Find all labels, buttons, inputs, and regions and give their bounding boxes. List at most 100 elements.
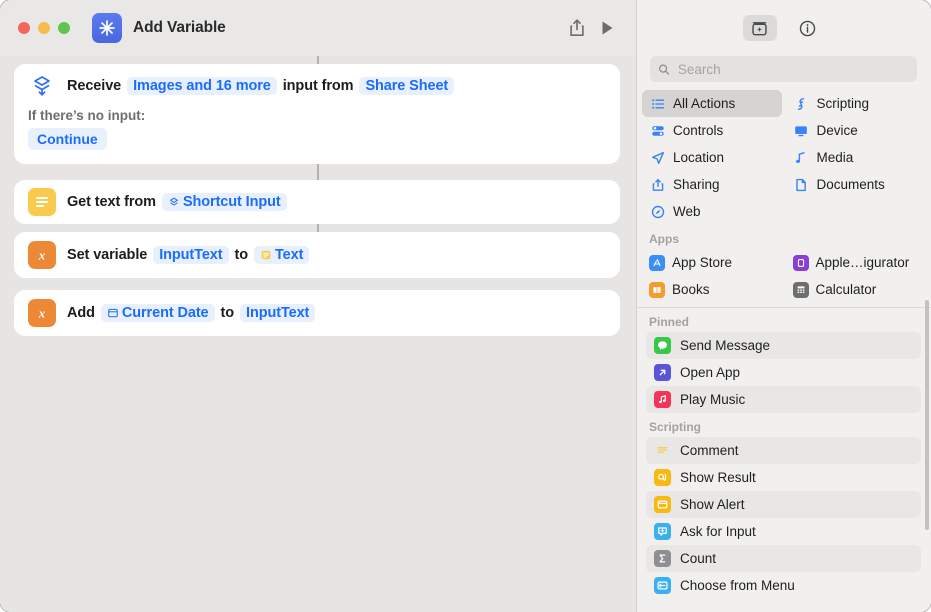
search-input[interactable] bbox=[675, 60, 909, 78]
action-word: to bbox=[220, 305, 235, 321]
music-note-icon bbox=[793, 151, 810, 165]
info-icon[interactable] bbox=[791, 15, 825, 41]
action-card-set-variable[interactable]: x Set variable InputText to Text bbox=[14, 232, 620, 278]
list-item-choose-from-menu[interactable]: Choose from Menu bbox=[646, 572, 921, 599]
title-bar: Add Variable bbox=[0, 0, 636, 56]
run-icon[interactable] bbox=[592, 13, 622, 43]
minimize-button[interactable] bbox=[38, 22, 50, 34]
token-text[interactable]: Text bbox=[254, 246, 310, 264]
action-word: Receive bbox=[67, 78, 122, 94]
apps-section-header: Apps bbox=[649, 232, 679, 246]
document-icon bbox=[793, 178, 810, 192]
token-label: Text bbox=[275, 247, 304, 263]
category-all-actions[interactable]: All Actions bbox=[642, 90, 782, 117]
app-label: Books bbox=[672, 282, 710, 297]
action-card-add-to-variable[interactable]: x Add Current Date to InputText bbox=[14, 290, 620, 336]
list-item-label: Show Result bbox=[680, 470, 756, 485]
list-item-open-app[interactable]: Open App bbox=[646, 359, 921, 386]
token-input-types[interactable]: Images and 16 more bbox=[127, 77, 277, 95]
token-shortcut-input[interactable]: Shortcut Input bbox=[161, 193, 287, 211]
category-media[interactable]: Media bbox=[786, 144, 926, 171]
scripting-section-header: Scripting bbox=[649, 420, 702, 434]
action-library-sidebar: All Actions Scripting bbox=[636, 0, 931, 612]
ask-input-icon bbox=[654, 523, 671, 540]
workflow-canvas[interactable]: Receive Images and 16 more input from Sh… bbox=[0, 56, 636, 612]
list-item-label: Show Alert bbox=[680, 497, 745, 512]
token-inputtext[interactable]: InputText bbox=[240, 304, 316, 322]
list-item-send-message[interactable]: Send Message bbox=[646, 332, 921, 359]
category-scripting[interactable]: Scripting bbox=[786, 90, 926, 117]
action-header: x Set variable InputText to Text bbox=[14, 232, 620, 278]
controls-icon bbox=[649, 124, 666, 138]
choose-menu-icon bbox=[654, 577, 671, 594]
category-label: Controls bbox=[673, 123, 724, 138]
list-item-label: Ask for Input bbox=[680, 524, 756, 539]
action-word: to bbox=[234, 247, 249, 263]
shortcut-input-icon bbox=[169, 197, 178, 206]
category-label: Media bbox=[816, 150, 854, 165]
category-label: All Actions bbox=[673, 96, 736, 111]
message-bubble-icon bbox=[654, 337, 671, 354]
list-item-count[interactable]: Count bbox=[646, 545, 921, 572]
category-label: Sharing bbox=[673, 177, 720, 192]
token-inputtext[interactable]: InputText bbox=[153, 246, 229, 264]
search-bar[interactable] bbox=[650, 56, 917, 82]
action-word: input from bbox=[282, 78, 354, 94]
action-text: Get text from Shortcut Input bbox=[67, 193, 293, 211]
category-sharing[interactable]: Sharing bbox=[642, 171, 782, 198]
action-library-icon[interactable] bbox=[742, 15, 777, 41]
token-continue[interactable]: Continue bbox=[28, 128, 107, 150]
share-icon[interactable] bbox=[562, 13, 592, 43]
category-location[interactable]: Location bbox=[642, 144, 782, 171]
action-card-receive[interactable]: Receive Images and 16 more input from Sh… bbox=[14, 64, 620, 164]
connector-line bbox=[317, 56, 319, 64]
search-icon bbox=[658, 64, 670, 75]
list-item-comment[interactable]: Comment bbox=[646, 437, 921, 464]
token-label: Shortcut Input bbox=[182, 194, 281, 210]
pinned-section-header: Pinned bbox=[649, 315, 690, 329]
action-card-get-text[interactable]: Get text from Shortcut Input bbox=[14, 180, 620, 224]
list-item-label: Choose from Menu bbox=[680, 578, 795, 593]
app-store-icon bbox=[649, 254, 665, 271]
close-button[interactable] bbox=[18, 22, 30, 34]
action-text: Set variable InputText to Text bbox=[67, 246, 315, 264]
open-app-arrow-icon bbox=[654, 364, 671, 381]
action-header: x Add Current Date to InputText bbox=[14, 290, 620, 336]
shortcuts-sparkle-icon bbox=[92, 13, 122, 43]
app-item-books[interactable]: Books bbox=[642, 276, 782, 303]
category-label: Scripting bbox=[816, 96, 870, 111]
category-web[interactable]: Web bbox=[642, 198, 782, 225]
app-item-app-store[interactable]: App Store bbox=[642, 249, 782, 276]
category-device[interactable]: Device bbox=[786, 117, 926, 144]
list-item-label: Comment bbox=[680, 443, 739, 458]
calendar-icon bbox=[108, 308, 118, 318]
list-item-show-result[interactable]: Show Result bbox=[646, 464, 921, 491]
compass-icon bbox=[649, 205, 666, 219]
category-documents[interactable]: Documents bbox=[786, 171, 926, 198]
sidebar-list[interactable]: Pinned Send Message Open App Play Music … bbox=[636, 308, 931, 599]
share-up-icon bbox=[649, 178, 666, 192]
token-share-sheet[interactable]: Share Sheet bbox=[359, 77, 455, 95]
sidebar-scrollbar[interactable] bbox=[925, 300, 929, 530]
category-controls[interactable]: Controls bbox=[642, 117, 782, 144]
zoom-button[interactable] bbox=[58, 22, 70, 34]
show-result-icon bbox=[654, 469, 671, 486]
list-item-label: Play Music bbox=[680, 392, 746, 407]
music-note-icon bbox=[654, 391, 671, 408]
token-current-date[interactable]: Current Date bbox=[100, 304, 215, 322]
svg-text:x: x bbox=[38, 306, 46, 321]
app-item-apple-configurator[interactable]: Apple…igurator bbox=[786, 249, 926, 276]
list-item-label: Count bbox=[680, 551, 717, 566]
count-sigma-icon bbox=[654, 550, 671, 567]
display-icon bbox=[793, 124, 810, 138]
scripting-icon bbox=[793, 97, 810, 111]
list-item-play-music[interactable]: Play Music bbox=[646, 386, 921, 413]
list-item-label: Send Message bbox=[680, 338, 771, 353]
list-item-show-alert[interactable]: Show Alert bbox=[646, 491, 921, 518]
list-item-ask-for-input[interactable]: Ask for Input bbox=[646, 518, 921, 545]
action-word: Set variable bbox=[67, 247, 148, 263]
app-item-calculator[interactable]: Calculator bbox=[786, 276, 926, 303]
text-lines-icon bbox=[28, 188, 56, 216]
shortcuts-window: Add Variable Receive Images and 16 more … bbox=[0, 0, 931, 612]
text-token-icon bbox=[261, 250, 271, 260]
